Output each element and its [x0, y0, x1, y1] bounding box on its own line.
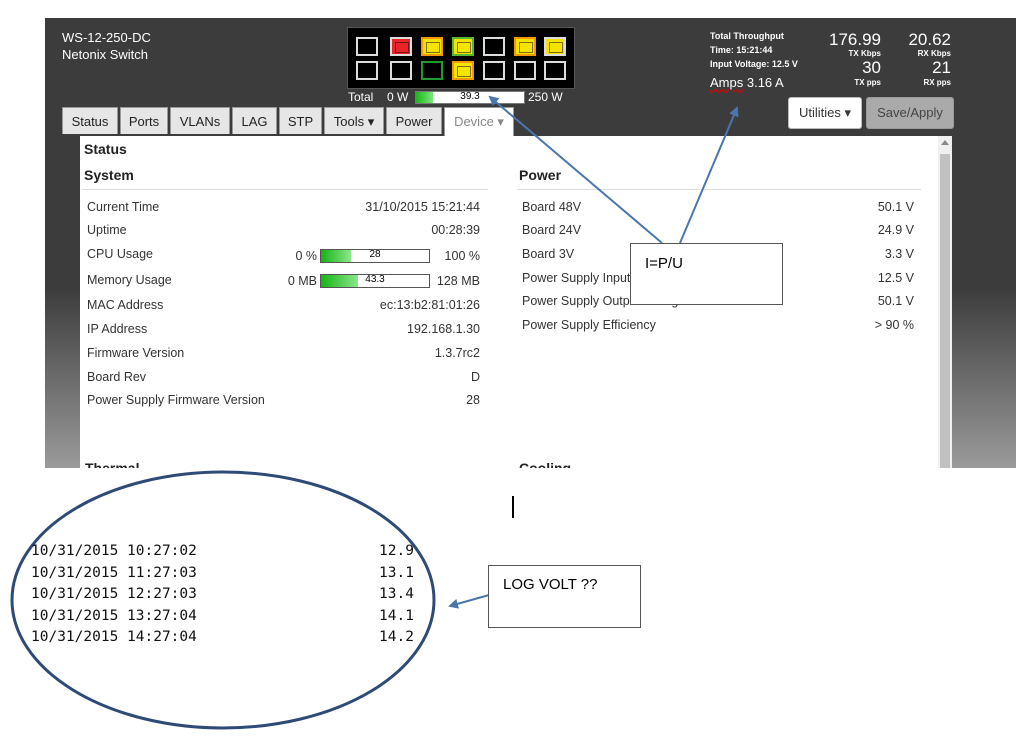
log-voltage-value: 13.1 — [379, 564, 414, 581]
arrow-to-power-total — [488, 95, 663, 244]
log-datetime: 10/31/2015 12:27:03 — [31, 586, 197, 602]
text-cursor — [512, 496, 514, 518]
log-voltage-value: 14.2 — [379, 629, 414, 645]
arrow-to-amps — [679, 106, 739, 244]
log-voltage-value: 14.1 — [379, 607, 414, 624]
log-voltage-value: 12.9 — [379, 543, 414, 559]
log-voltage-value: 13.4 — [379, 586, 414, 602]
log-volt-note: LOG VOLT ?? — [488, 565, 641, 628]
arrow-to-log — [448, 594, 490, 609]
log-datetime: 10/31/2015 14:27:04 — [31, 629, 197, 645]
formula-note: I=P/U — [630, 243, 783, 305]
log-datetime: 10/31/2015 10:27:02 — [31, 543, 197, 559]
log-datetime: 10/31/2015 13:27:04 — [31, 607, 197, 624]
log-datetime: 10/31/2015 11:27:03 — [31, 564, 197, 581]
